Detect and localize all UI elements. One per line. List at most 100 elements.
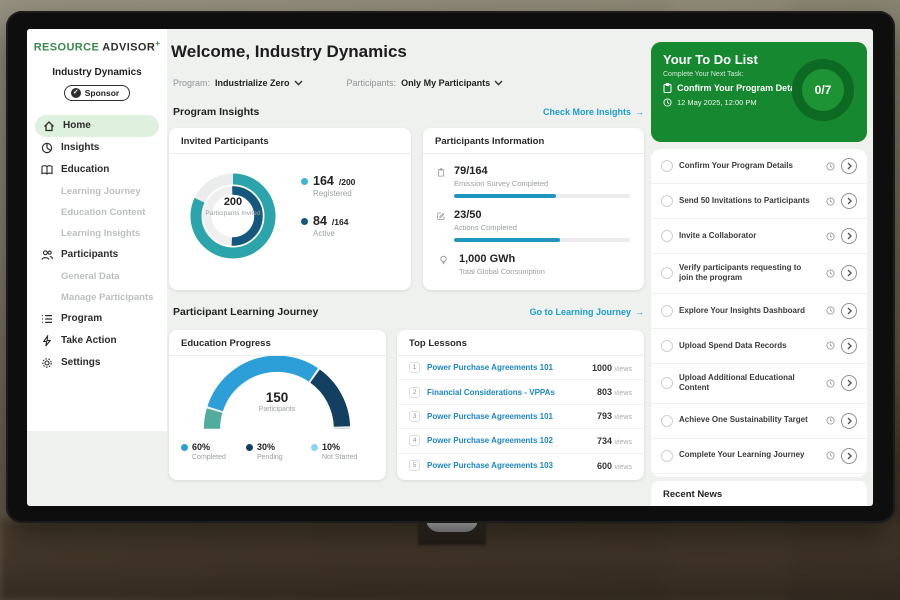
- program-filter-label: Program:: [173, 78, 210, 88]
- brand-plus: +: [155, 39, 160, 48]
- task-checkbox[interactable]: [661, 415, 673, 427]
- task-checkbox[interactable]: [661, 195, 673, 207]
- go-to-learning-journey-link[interactable]: Go to Learning Journey →: [529, 307, 644, 317]
- sidebar-item-settings[interactable]: Settings: [27, 352, 167, 374]
- sponsor-badge[interactable]: ✓ Sponsor: [64, 85, 130, 101]
- sidebar-item-program[interactable]: Program: [27, 308, 167, 330]
- sidebar-item-label: Insights: [61, 142, 99, 153]
- task-checkbox[interactable]: [661, 267, 673, 279]
- info-row-survey: 79/164 Emission Survey Completed: [423, 154, 644, 198]
- task-label: Upload Spend Data Records: [679, 341, 787, 351]
- sidebar-item-education[interactable]: Education: [27, 159, 167, 181]
- sidebar-item-general-data[interactable]: General Data: [27, 266, 167, 287]
- clock-icon: [826, 379, 835, 388]
- clock-icon: [826, 451, 835, 460]
- legend-label: Pending: [257, 454, 311, 461]
- lesson-link[interactable]: Financial Considerations - VPPAs: [427, 388, 590, 397]
- sidebar-item-learning-journey[interactable]: Learning Journey: [27, 181, 167, 202]
- task-open-button[interactable]: [841, 228, 857, 244]
- lesson-link[interactable]: Power Purchase Agreements 103: [427, 461, 590, 470]
- todo-next-task-label: Confirm Your Program Details: [677, 83, 805, 93]
- lesson-link[interactable]: Power Purchase Agreements 101: [427, 412, 590, 421]
- task-checkbox[interactable]: [661, 160, 673, 172]
- invited-participants-donut: 200 Participants Invited: [181, 164, 285, 268]
- task-row[interactable]: Confirm Your Program Details: [651, 149, 867, 184]
- top-lessons-card: Top Lessons 1 Power Purchase Agreements …: [397, 330, 644, 480]
- task-label: Achieve One Sustainability Target: [679, 415, 808, 425]
- legend-item-completed: 60% Completed: [181, 442, 246, 461]
- info-value: 79/164: [454, 165, 630, 177]
- todo-task-list: Confirm Your Program Details Send 50 Inv…: [651, 149, 867, 477]
- task-open-button[interactable]: [841, 375, 857, 391]
- sidebar-item-education-content[interactable]: Education Content: [27, 202, 167, 223]
- section-title: Participant Learning Journey: [173, 306, 318, 318]
- task-row[interactable]: Upload Spend Data Records: [651, 329, 867, 364]
- task-row[interactable]: Invite a Collaborator: [651, 219, 867, 254]
- task-open-button[interactable]: [841, 413, 857, 429]
- clock-icon: [826, 416, 835, 425]
- program-dropdown-value: Industrialize Zero: [215, 78, 290, 88]
- page-title: Welcome, Industry Dynamics: [171, 42, 407, 62]
- sponsor-badge-icon: ✓: [71, 88, 81, 98]
- task-row[interactable]: Upload Additional Educational Content: [651, 364, 867, 404]
- task-label: Verify participants requesting to join t…: [679, 263, 811, 284]
- sidebar: RESOURCE ADVISOR+ Industry Dynamics ✓ Sp…: [27, 29, 167, 431]
- sidebar-item-participants[interactable]: Participants: [27, 244, 167, 266]
- task-label: Upload Additional Educational Content: [679, 373, 811, 394]
- collapse-tasks-link[interactable]: Collapse Tasks: [651, 474, 867, 477]
- task-checkbox[interactable]: [661, 450, 673, 462]
- task-open-button[interactable]: [841, 448, 857, 464]
- card-title: Invited Participants: [169, 128, 411, 154]
- sidebar-item-label: Program: [61, 313, 102, 324]
- lesson-link[interactable]: Power Purchase Agreements 102: [427, 436, 590, 445]
- sidebar-item-learning-insights[interactable]: Learning Insights: [27, 223, 167, 244]
- section-title: Program Insights: [173, 106, 259, 118]
- sidebar-item-manage-participants[interactable]: Manage Participants: [27, 287, 167, 308]
- sidebar-item-take-action[interactable]: Take Action: [27, 330, 167, 352]
- legend-total: /164: [332, 217, 349, 227]
- lesson-views: 734: [597, 436, 612, 446]
- task-row[interactable]: Explore Your Insights Dashboard: [651, 294, 867, 329]
- sidebar-item-home[interactable]: Home: [35, 115, 159, 137]
- donut-center-caption: Participants Invited: [203, 210, 263, 218]
- task-checkbox[interactable]: [661, 377, 673, 389]
- action-icon: [41, 335, 53, 347]
- task-open-button[interactable]: [841, 158, 857, 174]
- legend-value: 84: [313, 214, 327, 228]
- task-label: Confirm Your Program Details: [679, 161, 793, 171]
- sidebar-item-insights[interactable]: Insights: [27, 137, 167, 159]
- check-more-insights-link[interactable]: Check More Insights →: [543, 107, 644, 117]
- task-open-button[interactable]: [841, 338, 857, 354]
- clock-icon: [826, 197, 835, 206]
- brand-primary: RESOURCE: [34, 42, 100, 54]
- lesson-link[interactable]: Power Purchase Agreements 101: [427, 363, 585, 372]
- task-checkbox[interactable]: [661, 340, 673, 352]
- todo-due-label: 12 May 2025, 12:00 PM: [677, 98, 757, 107]
- program-dropdown[interactable]: Industrialize Zero: [215, 78, 303, 88]
- views-label: views: [614, 414, 632, 421]
- gear-icon: [41, 357, 53, 369]
- lesson-row: 4 Power Purchase Agreements 102 734 view…: [397, 429, 644, 453]
- home-icon: [43, 120, 55, 132]
- info-row-actions: 23/50 Actions Completed: [423, 198, 644, 242]
- people-icon: [41, 249, 53, 261]
- task-row[interactable]: Achieve One Sustainability Target: [651, 404, 867, 439]
- sidebar-item-label: Home: [63, 120, 91, 131]
- card-title: Education Progress: [169, 330, 386, 356]
- lesson-rank: 4: [409, 435, 420, 446]
- task-open-button[interactable]: [841, 265, 857, 281]
- views-label: views: [614, 390, 632, 397]
- task-row[interactable]: Complete Your Learning Journey: [651, 439, 867, 474]
- arrow-right-icon: →: [635, 307, 644, 317]
- task-checkbox[interactable]: [661, 305, 673, 317]
- task-row[interactable]: Verify participants requesting to join t…: [651, 254, 867, 294]
- lesson-rank: 1: [409, 362, 420, 373]
- card-title: Top Lessons: [397, 330, 644, 356]
- donut-center: 200 Participants Invited: [203, 196, 263, 218]
- task-open-button[interactable]: [841, 193, 857, 209]
- participants-dropdown[interactable]: Only My Participants: [401, 78, 503, 88]
- todo-progress-ring: 0/7: [792, 59, 854, 121]
- task-checkbox[interactable]: [661, 230, 673, 242]
- task-row[interactable]: Send 50 Invitations to Participants: [651, 184, 867, 219]
- task-open-button[interactable]: [841, 303, 857, 319]
